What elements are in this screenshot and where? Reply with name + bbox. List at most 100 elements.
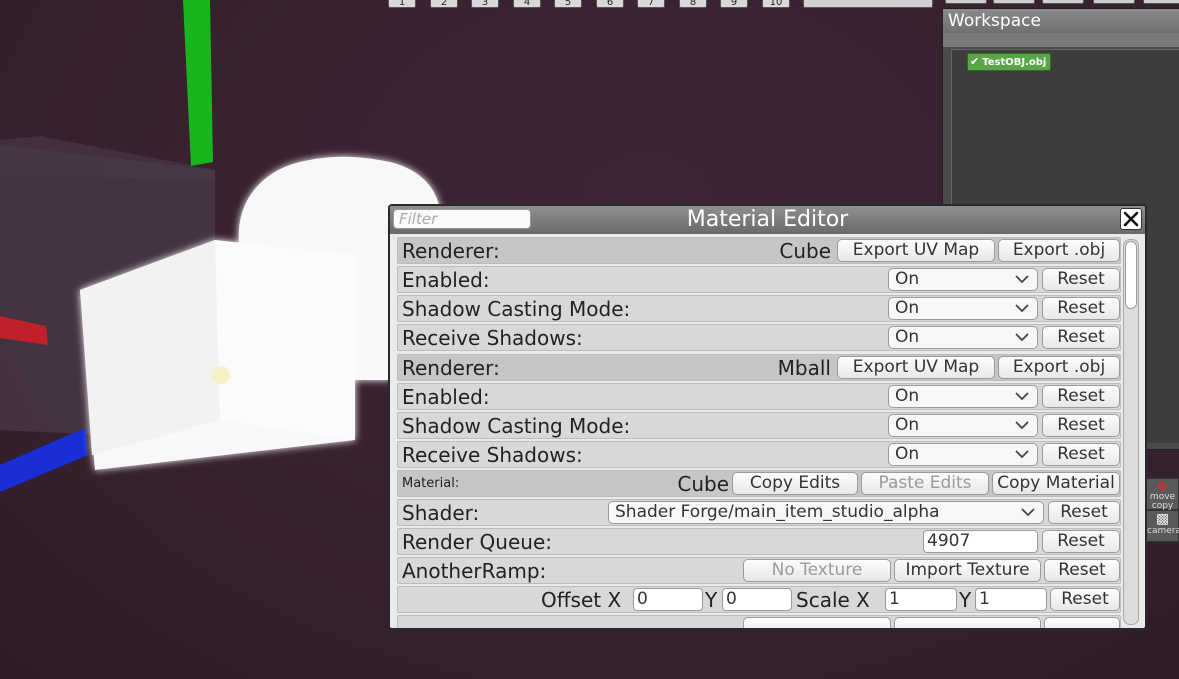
layer-button-2[interactable]: 2 — [430, 0, 458, 8]
scale-x-input[interactable]: 1 — [885, 588, 957, 611]
chevron-down-icon — [1015, 421, 1029, 430]
partial-button[interactable] — [743, 617, 891, 628]
workspace-toolbar — [943, 33, 1179, 47]
layer-button-10[interactable]: 10 — [762, 0, 790, 8]
scale-y-input[interactable]: 1 — [975, 588, 1047, 611]
scrollbar-thumb[interactable] — [1125, 241, 1137, 309]
filter-input[interactable] — [393, 209, 531, 229]
receive-shadows-label: Receive Shadows: — [402, 443, 583, 467]
enabled-select[interactable]: On — [888, 268, 1038, 291]
export-uv-map-button[interactable]: Export UV Map — [837, 356, 995, 379]
layer-button-6[interactable]: 6 — [596, 0, 624, 8]
layer-button-9[interactable]: 9 — [720, 0, 748, 8]
shadow-casting-row: Shadow Casting Mode: On Reset — [397, 412, 1121, 439]
shader-label: Shader: — [402, 501, 480, 525]
receive-shadows-label: Receive Shadows: — [402, 326, 583, 350]
partial-button[interactable] — [1044, 617, 1120, 628]
render-queue-input[interactable]: 4907 — [923, 530, 1038, 553]
receive-shadows-row: Receive Shadows: On Reset — [397, 441, 1121, 468]
renderer-name: Cube — [779, 239, 831, 263]
renderer-row: Renderer: Mball Export UV Map Export .ob… — [397, 354, 1121, 381]
copy-material-button[interactable]: Copy Material — [992, 472, 1120, 495]
enabled-label: Enabled: — [402, 268, 490, 292]
receive-shadows-value: On — [895, 327, 920, 347]
top-right-button-5[interactable] — [1143, 0, 1179, 4]
chevron-down-icon — [1015, 450, 1029, 459]
axis-z — [0, 428, 88, 492]
layer-button-4[interactable]: 4 — [513, 0, 541, 8]
workspace-item[interactable]: ✔ TestOBJ.obj — [967, 53, 1052, 71]
top-right-button-2[interactable] — [993, 0, 1035, 4]
layer-button-7[interactable]: 7 — [637, 0, 665, 8]
paste-edits-button[interactable]: Paste Edits — [861, 472, 989, 495]
export-uv-map-button[interactable]: Export UV Map — [837, 239, 995, 262]
chevron-down-icon — [1021, 508, 1035, 517]
reset-button[interactable]: Reset — [1042, 326, 1120, 349]
renderer-label: Renderer: — [402, 239, 500, 263]
shadow-casting-value: On — [895, 415, 920, 435]
pivot-point — [212, 366, 230, 384]
export-obj-button[interactable]: Export .obj — [998, 239, 1120, 262]
close-icon — [1123, 211, 1139, 227]
shader-row: Shader: Shader Forge/main_item_studio_al… — [397, 499, 1121, 526]
copy-edits-button[interactable]: Copy Edits — [732, 472, 858, 495]
shadow-casting-select[interactable]: On — [888, 414, 1038, 437]
reset-button[interactable]: Reset — [1042, 297, 1120, 320]
receive-shadows-select[interactable]: On — [888, 443, 1038, 466]
checkmark-icon[interactable]: ✔ — [970, 55, 979, 68]
import-texture-button[interactable]: Import Texture — [894, 559, 1041, 582]
offset-y-input[interactable]: 0 — [722, 588, 792, 611]
camera-label: camera — [1147, 526, 1179, 536]
another-ramp-label: AnotherRamp: — [402, 559, 547, 583]
top-right-button-4[interactable] — [1093, 0, 1135, 4]
reset-button[interactable]: Reset — [1042, 385, 1120, 408]
close-button[interactable] — [1120, 208, 1142, 230]
move-copy-button[interactable]: ✥ move copy — [1146, 478, 1179, 511]
shadow-casting-row: Shadow Casting Mode: On Reset — [397, 295, 1121, 322]
camera-icon: ▩ — [1155, 511, 1170, 527]
reset-button[interactable]: Reset — [1050, 588, 1120, 611]
vertical-scrollbar[interactable] — [1123, 239, 1139, 625]
no-texture-button[interactable]: No Texture — [743, 559, 891, 582]
reset-button[interactable]: Reset — [1044, 559, 1120, 582]
offset-y-label: Y — [705, 588, 718, 612]
layer-button-3[interactable]: 3 — [471, 0, 499, 8]
camera-button[interactable]: ▩ camera — [1146, 510, 1179, 542]
layer-button-5[interactable]: 5 — [554, 0, 582, 8]
partial-button[interactable] — [894, 617, 1041, 628]
top-right-button-1[interactable] — [945, 0, 987, 4]
next-row-partial — [397, 615, 1121, 628]
axis-y — [183, 0, 213, 166]
chevron-down-icon — [1015, 392, 1029, 401]
reset-button[interactable]: Reset — [1042, 414, 1120, 437]
shadow-casting-label: Shadow Casting Mode: — [402, 297, 631, 321]
enabled-select[interactable]: On — [888, 385, 1038, 408]
scale-y-label: Y — [959, 588, 972, 612]
offset-x-input[interactable]: 0 — [633, 588, 703, 611]
receive-shadows-select[interactable]: On — [888, 326, 1038, 349]
workspace-item-label: TestOBJ.obj — [982, 57, 1047, 68]
top-right-button-3[interactable] — [1042, 0, 1084, 4]
chevron-down-icon — [1015, 333, 1029, 342]
reset-button[interactable]: Reset — [1042, 530, 1120, 553]
enabled-row: Enabled: On Reset — [397, 383, 1121, 410]
shader-select[interactable]: Shader Forge/main_item_studio_alpha — [608, 501, 1044, 524]
reset-button[interactable]: Reset — [1048, 501, 1120, 524]
material-name: Cube — [677, 472, 729, 496]
shadow-casting-value: On — [895, 298, 920, 318]
export-obj-button[interactable]: Export .obj — [998, 356, 1120, 379]
material-editor-titlebar[interactable]: Material Editor — [390, 206, 1145, 234]
renderer-name: Mball — [777, 356, 831, 380]
layer-button-8[interactable]: 8 — [679, 0, 707, 8]
material-row: Material: Cube Copy Edits Paste Edits Co… — [397, 470, 1121, 497]
renderer-row: Renderer: Cube Export UV Map Export .obj — [397, 237, 1121, 264]
chevron-down-icon — [1015, 304, 1029, 313]
offset-scale-row: Offset X 0 Y 0 Scale X 1 Y 1 Reset — [397, 586, 1121, 613]
shader-value: Shader Forge/main_item_studio_alpha — [615, 502, 940, 522]
reset-button[interactable]: Reset — [1042, 268, 1120, 291]
layer-button-1[interactable]: 1 — [388, 0, 416, 8]
reset-button[interactable]: Reset — [1042, 443, 1120, 466]
shadow-casting-select[interactable]: On — [888, 297, 1038, 320]
enabled-row: Enabled: On Reset — [397, 266, 1121, 293]
top-dropdown[interactable]: ⌄ — [803, 0, 933, 8]
